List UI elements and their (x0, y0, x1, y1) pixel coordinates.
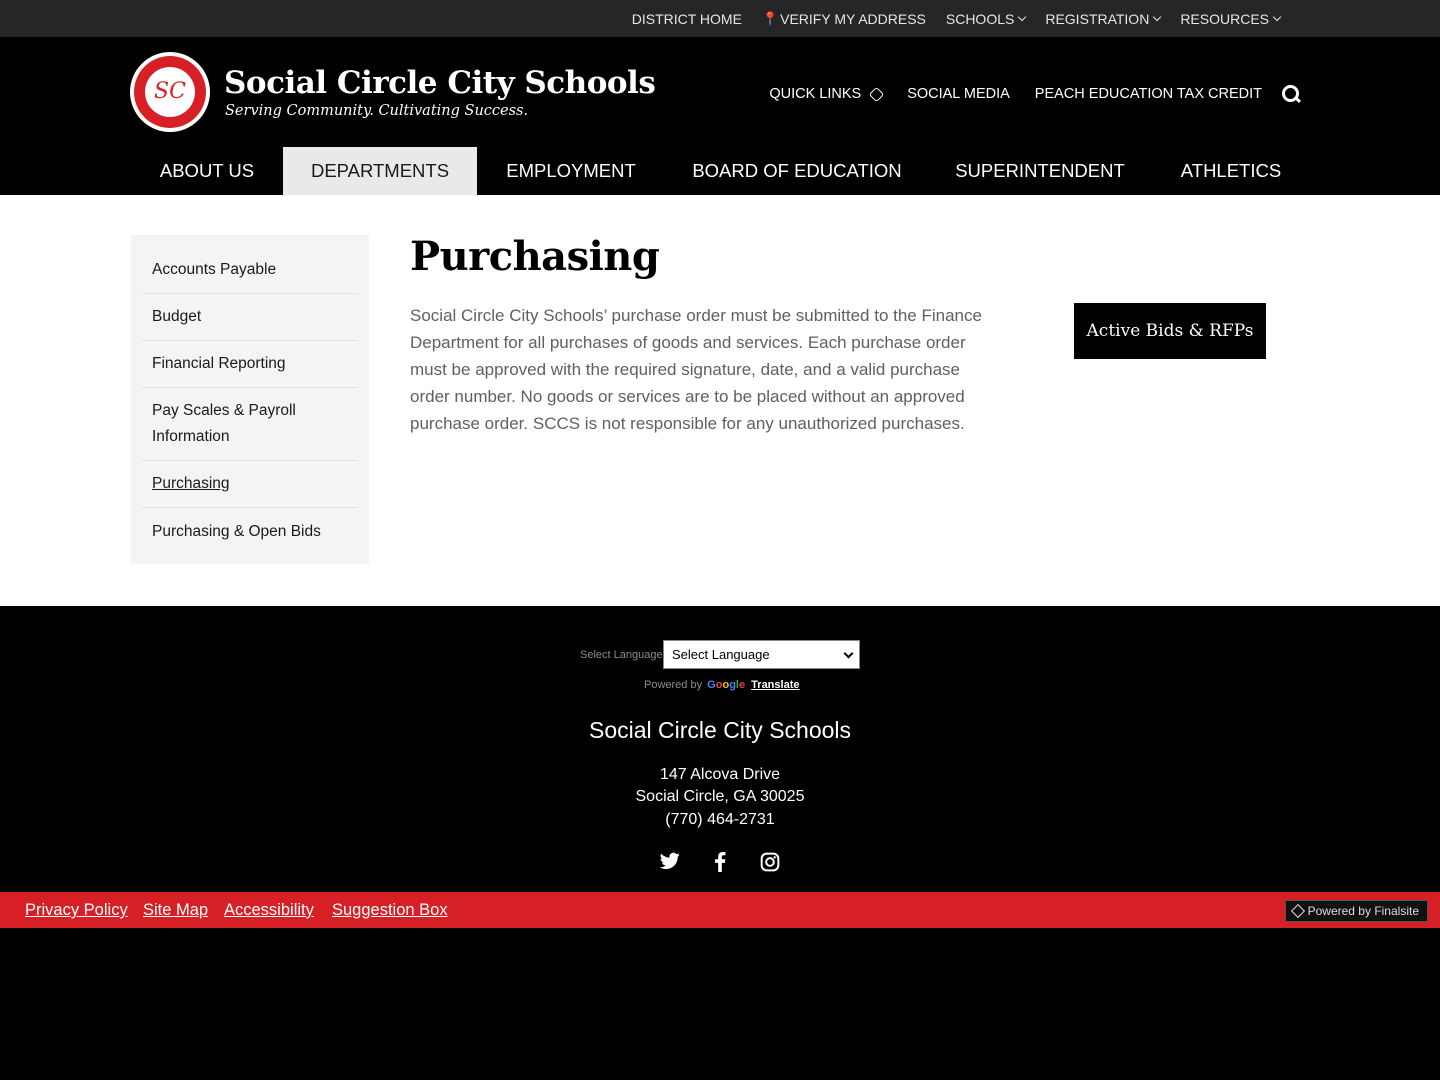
chevron-down-icon (843, 648, 854, 659)
map-pin-icon: 📍 (761, 10, 779, 26)
page-title: Purchasing (410, 233, 660, 280)
google-logo: Google (707, 679, 746, 691)
footer-org-name: Social Circle City Schools (588, 717, 852, 743)
nav-departments[interactable]: DEPARTMENTS (283, 147, 477, 195)
site-map-link[interactable]: Site Map (143, 892, 208, 928)
site-footer: Select Language Select Language Powered … (0, 606, 1440, 892)
sidebar-item-purchasing[interactable]: Purchasing (142, 461, 358, 508)
main-nav: ABOUT US DEPARTMENTS EMPLOYMENT BOARD OF… (0, 147, 1440, 195)
link-icon (868, 86, 885, 102)
language-select[interactable]: Select Language (663, 640, 860, 669)
chevron-down-icon (1018, 12, 1027, 21)
header-links: QUICK LINKS SOCIAL MEDIA PEACH EDUCATION… (744, 85, 1300, 103)
utility-schools[interactable]: SCHOOLS (945, 10, 1027, 27)
page-body-text: Social Circle City Schools’ purchase ord… (410, 306, 982, 433)
sidebar-item-label: Purchasing (152, 475, 230, 492)
google-translate-credit: Powered by Google Translate (644, 679, 799, 691)
district-logo[interactable]: SC (130, 52, 210, 132)
instagram-icon[interactable] (759, 852, 781, 874)
search-icon[interactable] (1282, 85, 1300, 103)
nav-about-us[interactable]: ABOUT US (131, 147, 283, 195)
page-content: Accounts Payable Budget Financial Report… (0, 195, 1440, 606)
utility-resources[interactable]: RESOURCES (1180, 10, 1282, 27)
nav-athletics[interactable]: ATHLETICS (1151, 147, 1311, 195)
nav-employment[interactable]: EMPLOYMENT (477, 147, 665, 195)
utility-resources-label: RESOURCES (1180, 10, 1269, 27)
active-bids-rfps-button[interactable]: Active Bids & RFPs (1074, 303, 1266, 359)
school-tagline: Serving Community. Cultivating Success. (225, 103, 529, 119)
privacy-policy-link[interactable]: Privacy Policy (25, 892, 128, 928)
utility-registration[interactable]: REGISTRATION (1045, 10, 1162, 27)
utility-district-home[interactable]: DISTRICT HOME (632, 11, 742, 27)
sidebar-item-label: Budget (152, 308, 202, 325)
language-select-value: Select Language (672, 647, 770, 662)
chevron-down-icon (1153, 12, 1162, 21)
sidebar-item-budget[interactable]: Budget (142, 294, 358, 341)
suggestion-box-link[interactable]: Suggestion Box (332, 892, 448, 928)
utility-nav: DISTRICT HOME 📍 VERIFY MY ADDRESS SCHOOLS… (612, 0, 1282, 37)
peach-tax-credit-link[interactable]: PEACH EDUCATION TAX CREDIT (1035, 86, 1262, 102)
social-media-link[interactable]: SOCIAL MEDIA (907, 86, 1010, 102)
footer-address-line1: 147 Alcova Drive (659, 766, 781, 783)
utility-schools-label: SCHOOLS (945, 10, 1015, 27)
quick-links-label: QUICK LINKS (769, 86, 862, 102)
logo-monogram: SC (145, 67, 195, 117)
language-label: Select Language (580, 649, 663, 661)
utility-verify-address-label: VERIFY MY ADDRESS (780, 10, 926, 27)
nav-board-of-education[interactable]: BOARD OF EDUCATION (665, 147, 929, 195)
footer-bottom-bar: Privacy Policy Site Map Accessibility Su… (0, 892, 1440, 928)
finalsite-badge-label: Powered by Finalsite (1307, 904, 1419, 918)
powered-by-label: Powered by (644, 679, 703, 691)
utility-bar: DISTRICT HOME 📍 VERIFY MY ADDRESS SCHOOLS… (0, 0, 1440, 37)
utility-verify-address[interactable]: 📍 VERIFY MY ADDRESS (762, 11, 926, 27)
utility-registration-label: REGISTRATION (1045, 10, 1150, 27)
translate-link[interactable]: Translate (751, 679, 799, 691)
utility-district-home-label: DISTRICT HOME (631, 10, 742, 27)
footer-address-line2: Social Circle, GA 30025 (635, 788, 805, 805)
section-sidebar: Accounts Payable Budget Financial Report… (131, 235, 369, 564)
powered-by-finalsite-badge[interactable]: Powered by Finalsite (1284, 900, 1428, 922)
footer-phone[interactable]: (770) 464-2731 (0, 811, 1440, 829)
finalsite-logo-icon (1290, 903, 1305, 919)
chevron-down-icon (1272, 12, 1282, 21)
twitter-icon[interactable] (659, 852, 681, 874)
accessibility-link[interactable]: Accessibility (224, 892, 314, 928)
sidebar-item-pay-scales[interactable]: Pay Scales & Payroll Information (142, 388, 358, 461)
sidebar-item-label: Purchasing & Open Bids (152, 522, 321, 540)
sidebar-item-purchasing-open-bids[interactable]: Purchasing & Open Bids (142, 508, 358, 555)
sidebar-item-accounts-payable[interactable]: Accounts Payable (142, 235, 358, 294)
school-name[interactable]: Social Circle City Schools (224, 65, 656, 101)
site-header: SC Social Circle City Schools Serving Co… (0, 37, 1440, 147)
quick-links-button[interactable]: QUICK LINKS (769, 86, 885, 102)
facebook-icon[interactable] (709, 852, 731, 874)
nav-superintendent[interactable]: SUPERINTENDENT (929, 147, 1151, 195)
sidebar-item-label: Accounts Payable (152, 261, 277, 278)
sidebar-item-label: Pay Scales & Payroll Information (152, 402, 296, 445)
sidebar-item-label: Financial Reporting (152, 355, 286, 372)
sidebar-item-financial-reporting[interactable]: Financial Reporting (142, 341, 358, 388)
